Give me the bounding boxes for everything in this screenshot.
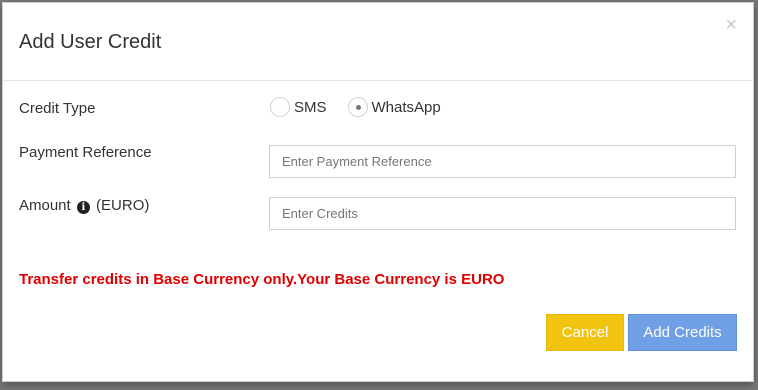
radio-whatsapp-label[interactable]: WhatsApp <box>372 99 441 116</box>
amount-currency-label: (EURO) <box>96 197 150 214</box>
info-icon[interactable]: i <box>76 201 90 214</box>
radio-sms-label[interactable]: SMS <box>294 99 327 116</box>
cancel-button[interactable]: Cancel <box>546 314 624 351</box>
credit-type-radio-group: SMS WhatsApp <box>270 97 462 117</box>
base-currency-warning: Transfer credits in Base Currency only.Y… <box>19 271 505 288</box>
dialog-header: Add User Credit × <box>3 3 753 81</box>
dialog-title: Add User Credit <box>19 31 162 53</box>
amount-label-text: Amount <box>19 197 71 214</box>
radio-sms[interactable] <box>270 97 290 117</box>
add-credits-button[interactable]: Add Credits <box>628 314 737 351</box>
radio-whatsapp[interactable] <box>347 97 368 117</box>
amount-label: Amount i (EURO) <box>19 197 149 214</box>
add-user-credit-dialog: Add User Credit × Credit Type SMS WhatsA… <box>2 2 754 382</box>
credit-type-label: Credit Type <box>19 100 96 117</box>
amount-credits-input[interactable] <box>269 197 736 230</box>
payment-reference-label: Payment Reference <box>19 144 152 161</box>
close-icon[interactable]: × <box>725 15 737 35</box>
payment-reference-input[interactable] <box>269 145 736 178</box>
